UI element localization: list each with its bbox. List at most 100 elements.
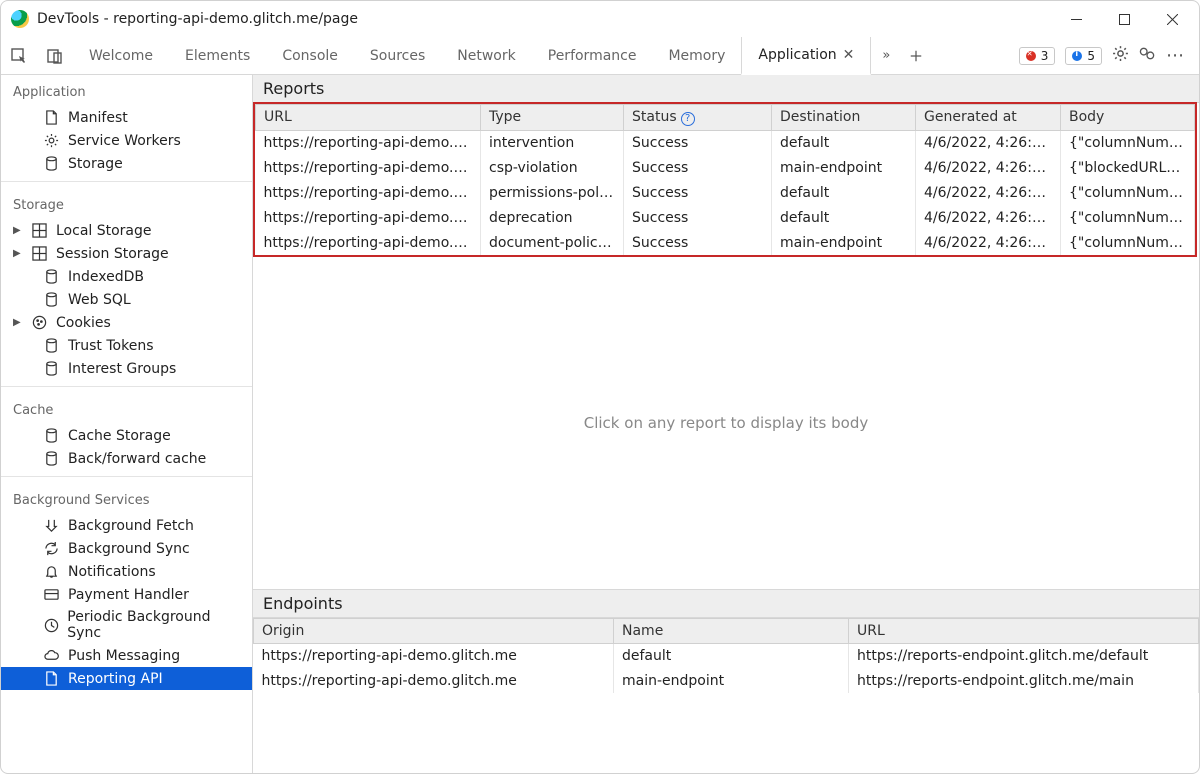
tab-memory[interactable]: Memory <box>652 37 741 74</box>
col-destination[interactable]: Destination <box>772 105 916 131</box>
col-origin[interactable]: Origin <box>254 618 614 643</box>
database-icon <box>43 337 60 354</box>
table-row[interactable]: https://reporting-api-demo.gli...csp-vio… <box>256 155 1195 180</box>
close-tab-icon[interactable]: ✕ <box>843 47 855 63</box>
cell-type: permissions-polic... <box>481 180 624 205</box>
cell-body: {"columnNumber"... <box>1061 180 1195 205</box>
sidebar-item-bg-sync[interactable]: Background Sync <box>1 537 252 560</box>
sidebar-item-bfcache[interactable]: Back/forward cache <box>1 447 252 470</box>
device-toolbar-icon[interactable] <box>37 37 73 74</box>
sidebar-item-bg-fetch[interactable]: Background Fetch <box>1 514 252 537</box>
col-type[interactable]: Type <box>481 105 624 131</box>
sidebar-item-interest-groups[interactable]: Interest Groups <box>1 357 252 380</box>
table-row[interactable]: https://reporting-api-demo.gli...interve… <box>256 130 1195 155</box>
sidebar-item-service-workers[interactable]: Service Workers <box>1 129 252 152</box>
cell-generated: 4/6/2022, 4:26:05 ... <box>916 205 1061 230</box>
sidebar-item-push-messaging[interactable]: Push Messaging <box>1 644 252 667</box>
table-row[interactable]: https://reporting-api-demo.gli...permiss… <box>256 180 1195 205</box>
cell-type: intervention <box>481 130 624 155</box>
help-icon[interactable]: ? <box>681 112 695 126</box>
col-name[interactable]: Name <box>614 618 849 643</box>
cell-generated: 4/6/2022, 4:26:05 ... <box>916 155 1061 180</box>
inspect-element-icon[interactable] <box>1 37 37 74</box>
table-row[interactable]: https://reporting-api-demo.gli...depreca… <box>256 205 1195 230</box>
feedback-icon[interactable] <box>1139 45 1156 66</box>
cell-url: https://reports-endpoint.glitch.me/main <box>849 668 1199 693</box>
sidebar-item-local-storage[interactable]: ▶Local Storage <box>1 219 252 242</box>
window-close-button[interactable] <box>1149 3 1195 35</box>
info-count-badge[interactable]: 5 <box>1065 47 1102 65</box>
sidebar-item-periodic-sync[interactable]: Periodic Background Sync <box>1 606 252 644</box>
cell-type: document-policy-... <box>481 230 624 255</box>
fetch-icon <box>43 517 60 534</box>
col-status[interactable]: Status? <box>624 105 772 131</box>
cell-body: {"columnNumber"... <box>1061 205 1195 230</box>
cookie-icon <box>31 314 48 331</box>
database-icon <box>43 291 60 308</box>
table-icon <box>31 222 48 239</box>
window-maximize-button[interactable] <box>1101 3 1147 35</box>
cell-status: Success <box>624 130 772 155</box>
col-ep-url[interactable]: URL <box>849 618 1199 643</box>
col-body[interactable]: Body <box>1061 105 1195 131</box>
sidebar-item-trust-tokens[interactable]: Trust Tokens <box>1 334 252 357</box>
database-icon <box>43 450 60 467</box>
tab-elements[interactable]: Elements <box>169 37 266 74</box>
table-row[interactable]: https://reporting-api-demo.glitch.medefa… <box>254 643 1199 668</box>
database-icon <box>43 427 60 444</box>
settings-icon[interactable] <box>1112 45 1129 66</box>
cell-origin: https://reporting-api-demo.glitch.me <box>254 643 614 668</box>
more-options-icon[interactable]: ⋯ <box>1166 45 1185 66</box>
sidebar-item-websql[interactable]: Web SQL <box>1 288 252 311</box>
sidebar-item-payment-handler[interactable]: Payment Handler <box>1 583 252 606</box>
panel-tabs: Welcome Elements Console Sources Network… <box>73 37 871 74</box>
cell-destination: main-endpoint <box>772 155 916 180</box>
new-tab-icon[interactable] <box>901 37 931 74</box>
cell-url: https://reporting-api-demo.gli... <box>256 130 481 155</box>
reports-panel-title: Reports <box>253 75 1199 103</box>
table-row[interactable]: https://reporting-api-demo.gli...documen… <box>256 230 1195 255</box>
sidebar-item-indexeddb[interactable]: IndexedDB <box>1 265 252 288</box>
sidebar-item-notifications[interactable]: Notifications <box>1 560 252 583</box>
error-count-badge[interactable]: 3 <box>1019 47 1056 65</box>
cell-type: deprecation <box>481 205 624 230</box>
cell-status: Success <box>624 180 772 205</box>
sidebar-item-cookies[interactable]: ▶Cookies <box>1 311 252 334</box>
sidebar-item-session-storage[interactable]: ▶Session Storage <box>1 242 252 265</box>
cell-type: csp-violation <box>481 155 624 180</box>
sidebar-section-cache: Cache <box>1 393 252 424</box>
cloud-icon <box>43 647 60 664</box>
tab-network[interactable]: Network <box>441 37 531 74</box>
col-generated[interactable]: Generated at <box>916 105 1061 131</box>
tab-welcome[interactable]: Welcome <box>73 37 169 74</box>
devtools-app-icon <box>11 10 29 28</box>
cell-status: Success <box>624 205 772 230</box>
tab-performance[interactable]: Performance <box>532 37 653 74</box>
clock-icon <box>43 617 60 634</box>
more-tabs-icon[interactable]: » <box>871 37 901 74</box>
cell-url: https://reporting-api-demo.gli... <box>256 230 481 255</box>
table-row[interactable]: https://reporting-api-demo.glitch.memain… <box>254 668 1199 693</box>
tab-application[interactable]: Application✕ <box>741 37 871 75</box>
sidebar-item-reporting-api[interactable]: Reporting API <box>1 667 252 690</box>
cell-generated: 4/6/2022, 4:26:05 ... <box>916 230 1061 255</box>
cell-status: Success <box>624 230 772 255</box>
cell-url: https://reporting-api-demo.gli... <box>256 205 481 230</box>
sidebar-item-manifest[interactable]: Manifest <box>1 106 252 129</box>
cell-destination: default <box>772 130 916 155</box>
sidebar-section-storage: Storage <box>1 188 252 219</box>
endpoints-table: Origin Name URL https://reporting-api-de… <box>253 618 1199 694</box>
report-detail-placeholder: Click on any report to display its body <box>253 257 1199 590</box>
endpoints-panel-title: Endpoints <box>253 590 1199 618</box>
sidebar-item-storage[interactable]: Storage <box>1 152 252 175</box>
cell-destination: main-endpoint <box>772 230 916 255</box>
window-titlebar: DevTools - reporting-api-demo.glitch.me/… <box>1 1 1199 37</box>
window-title: DevTools - reporting-api-demo.glitch.me/… <box>37 11 1053 27</box>
tab-console[interactable]: Console <box>266 37 354 74</box>
tab-sources[interactable]: Sources <box>354 37 441 74</box>
cell-destination: default <box>772 180 916 205</box>
sidebar-item-cache-storage[interactable]: Cache Storage <box>1 424 252 447</box>
col-url[interactable]: URL <box>256 105 481 131</box>
window-minimize-button[interactable] <box>1053 3 1099 35</box>
devtools-toolbar: Welcome Elements Console Sources Network… <box>1 37 1199 75</box>
